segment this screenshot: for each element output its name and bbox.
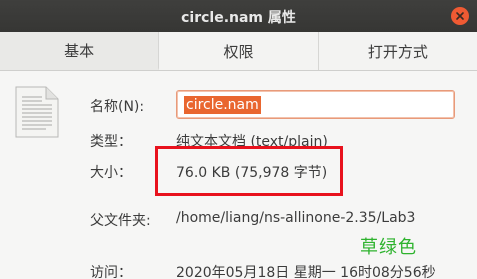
accessed-label: 访问： (90, 265, 132, 279)
close-button[interactable] (451, 7, 469, 25)
close-icon (456, 12, 464, 20)
tab-bar: 基本 权限 打开方式 (0, 32, 477, 71)
parent-folder-label: 父文件夹: (90, 213, 151, 229)
tab-open-with-label: 打开方式 (367, 42, 428, 61)
parent-folder-value: /home/liang/ns-allinone-2.35/Lab3 (176, 210, 416, 226)
tab-basic-label: 基本 (64, 41, 95, 60)
watermark-text: 草绿色 (360, 237, 417, 258)
name-field[interactable]: circle.nam (176, 90, 455, 119)
text-file-icon (15, 86, 59, 138)
size-label: 大小： (90, 165, 132, 181)
name-label: 名称(N): (90, 99, 145, 115)
window-title: circle.nam 属性 (181, 10, 296, 26)
type-label: 类型： (90, 134, 132, 150)
tab-open-with[interactable]: 打开方式 (318, 32, 477, 70)
title-bar[interactable]: circle.nam 属性 (0, 0, 477, 32)
accessed-value: 2020年05月18日 星期一 16时08分56秒 (176, 265, 436, 279)
properties-window: circle.nam 属性 基本 权限 打开方式 名称(N): circle.n… (0, 0, 477, 279)
size-highlight-annotation (155, 146, 343, 196)
tab-basic[interactable]: 基本 (0, 32, 160, 70)
tab-permissions[interactable]: 权限 (159, 32, 319, 70)
name-field-value: circle.nam (184, 96, 261, 114)
tab-permissions-label: 权限 (223, 42, 254, 61)
basic-panel: 名称(N): circle.nam 类型： 纯文本文档 (text/plain)… (0, 71, 477, 279)
